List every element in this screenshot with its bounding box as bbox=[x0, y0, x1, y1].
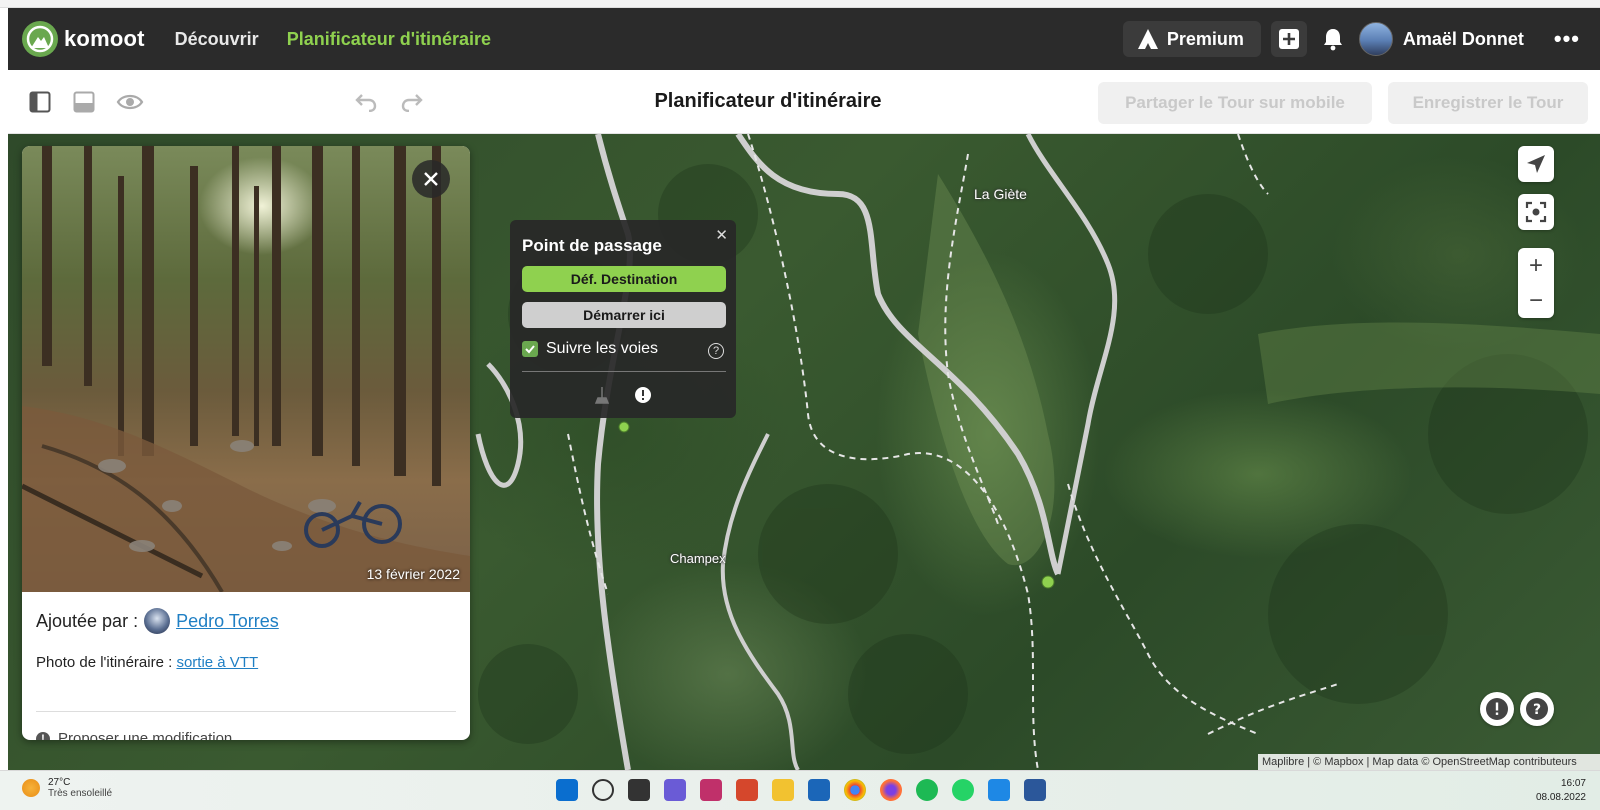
word-icon[interactable] bbox=[1024, 779, 1046, 801]
start-menu-icon[interactable] bbox=[556, 779, 578, 801]
user-avatar[interactable] bbox=[1358, 22, 1393, 56]
map-attribution[interactable]: Maplibre | © Mapbox | Map data © OpenStr… bbox=[1258, 754, 1600, 770]
added-by-label: Ajoutée par : bbox=[36, 610, 139, 631]
help-icon[interactable]: ? bbox=[708, 343, 724, 359]
map-help-button[interactable]: ? bbox=[1520, 692, 1554, 726]
zoom-controls: + − bbox=[1518, 248, 1554, 318]
user-name[interactable]: Amaël Donnet bbox=[1403, 29, 1524, 50]
fit-bounds-button[interactable] bbox=[1518, 194, 1554, 230]
premium-button[interactable]: Premium bbox=[1122, 21, 1261, 57]
svg-text:?: ? bbox=[1533, 702, 1541, 718]
teams-chat-icon[interactable] bbox=[664, 779, 686, 801]
focus-frame-icon bbox=[1525, 201, 1547, 223]
whatsapp-icon[interactable] bbox=[952, 779, 974, 801]
propose-label: Proposer une modification bbox=[58, 730, 233, 740]
sun-icon bbox=[22, 779, 40, 797]
start-here-button[interactable]: Démarrer ici bbox=[522, 302, 726, 328]
notifications-button[interactable] bbox=[1315, 21, 1351, 57]
mail-app-icon[interactable] bbox=[700, 779, 722, 801]
close-icon bbox=[424, 172, 438, 186]
store-icon[interactable] bbox=[808, 779, 830, 801]
report-issue-icon[interactable] bbox=[634, 386, 652, 409]
route-photo[interactable]: 13 février 2022 bbox=[22, 146, 470, 592]
browser-tab-strip bbox=[0, 0, 1600, 8]
navigation-arrow-icon bbox=[1527, 155, 1545, 173]
premium-mountain-icon bbox=[1137, 29, 1158, 49]
windows-taskbar: 27°C Très ensoleillé 16:07 08.08.2022 bbox=[0, 770, 1600, 810]
system-clock[interactable]: 16:07 08.08.2022 bbox=[1536, 777, 1586, 805]
clock-date: 08.08.2022 bbox=[1535, 792, 1586, 803]
elevation-icon[interactable] bbox=[594, 386, 610, 409]
map-canvas[interactable]: La Giète Champex 13 février 2022 Ajoutée… bbox=[8, 134, 1600, 770]
save-tour-button[interactable]: Enregistrer le Tour bbox=[1388, 82, 1588, 124]
waypoint-popup: Point de passage ✕ Déf. Destination Déma… bbox=[510, 220, 736, 418]
clock-time: 16:07 bbox=[1560, 778, 1586, 789]
added-by-row: Ajoutée par : Pedro Torres bbox=[36, 608, 456, 634]
weather-description: Très ensoleillé bbox=[48, 788, 113, 799]
app-header: komoot Découvrir Planificateur d'itinéra… bbox=[8, 8, 1600, 70]
checkbox-checked-icon[interactable] bbox=[522, 341, 538, 357]
komoot-logo-icon bbox=[22, 21, 58, 57]
premium-label: Premium bbox=[1166, 28, 1244, 49]
question-icon: ? bbox=[1526, 698, 1548, 720]
map-label-la-giete: La Giète bbox=[974, 186, 1027, 202]
waypoint-divider bbox=[522, 371, 726, 372]
close-photo-button[interactable] bbox=[412, 160, 450, 198]
more-menu-icon[interactable]: ••• bbox=[1554, 26, 1580, 52]
chrome-icon[interactable] bbox=[844, 779, 866, 801]
route-photo-row: Photo de l'itinéraire : sortie à VTT bbox=[36, 654, 456, 671]
author-avatar[interactable] bbox=[144, 608, 171, 634]
photo-date: 13 février 2022 bbox=[366, 566, 460, 582]
spotify-icon[interactable] bbox=[916, 779, 938, 801]
task-view-icon[interactable] bbox=[628, 779, 650, 801]
planner-toolbar: Planificateur d'itinéraire Partager le T… bbox=[8, 70, 1600, 134]
exclamation-icon bbox=[1486, 698, 1508, 720]
create-button[interactable] bbox=[1270, 21, 1307, 57]
file-explorer-icon[interactable] bbox=[772, 779, 794, 801]
alert-icon: ! bbox=[36, 731, 50, 740]
map-label-champex: Champex bbox=[670, 551, 726, 566]
set-destination-button[interactable]: Déf. Destination bbox=[522, 266, 726, 292]
search-icon[interactable] bbox=[592, 779, 614, 801]
firefox-icon[interactable] bbox=[880, 779, 902, 801]
zoom-in-button[interactable]: + bbox=[1518, 248, 1554, 283]
zoom-out-button[interactable]: − bbox=[1518, 283, 1554, 318]
photo-card-body: Ajoutée par : Pedro Torres Photo de l'it… bbox=[22, 592, 470, 740]
card-divider bbox=[36, 711, 456, 712]
report-map-issue-button[interactable] bbox=[1480, 692, 1514, 726]
share-to-mobile-button[interactable]: Partager le Tour sur mobile bbox=[1098, 82, 1372, 124]
photo-card: 13 février 2022 Ajoutée par : Pedro Torr… bbox=[22, 146, 470, 740]
waypoint-close-icon[interactable]: ✕ bbox=[715, 226, 728, 244]
forest-trail-photo bbox=[22, 146, 470, 592]
weather-widget[interactable]: 27°C Très ensoleillé bbox=[22, 777, 112, 799]
komoot-logo[interactable]: komoot bbox=[22, 21, 145, 57]
propose-modification-link[interactable]: ! Proposer une modification bbox=[36, 730, 456, 740]
nav-route-planner[interactable]: Planificateur d'itinéraire bbox=[287, 29, 491, 50]
weather-temperature: 27°C bbox=[48, 777, 71, 788]
taskbar-apps bbox=[556, 779, 1060, 801]
monitor-app-icon[interactable] bbox=[988, 779, 1010, 801]
route-photo-label: Photo de l'itinéraire : bbox=[36, 654, 173, 671]
author-link[interactable]: Pedro Torres bbox=[176, 611, 279, 632]
office-icon[interactable] bbox=[736, 779, 758, 801]
follow-roads-label: Suivre les voies bbox=[546, 340, 659, 357]
bell-icon bbox=[1323, 29, 1342, 51]
follow-roads-toggle[interactable]: Suivre les voies bbox=[522, 340, 658, 358]
waypoint-title: Point de passage bbox=[522, 236, 662, 255]
nav-discover[interactable]: Découvrir bbox=[175, 29, 259, 50]
route-link[interactable]: sortie à VTT bbox=[176, 654, 258, 671]
locate-me-button[interactable] bbox=[1518, 146, 1554, 182]
brand-name: komoot bbox=[64, 26, 145, 51]
plus-square-icon bbox=[1278, 29, 1299, 49]
